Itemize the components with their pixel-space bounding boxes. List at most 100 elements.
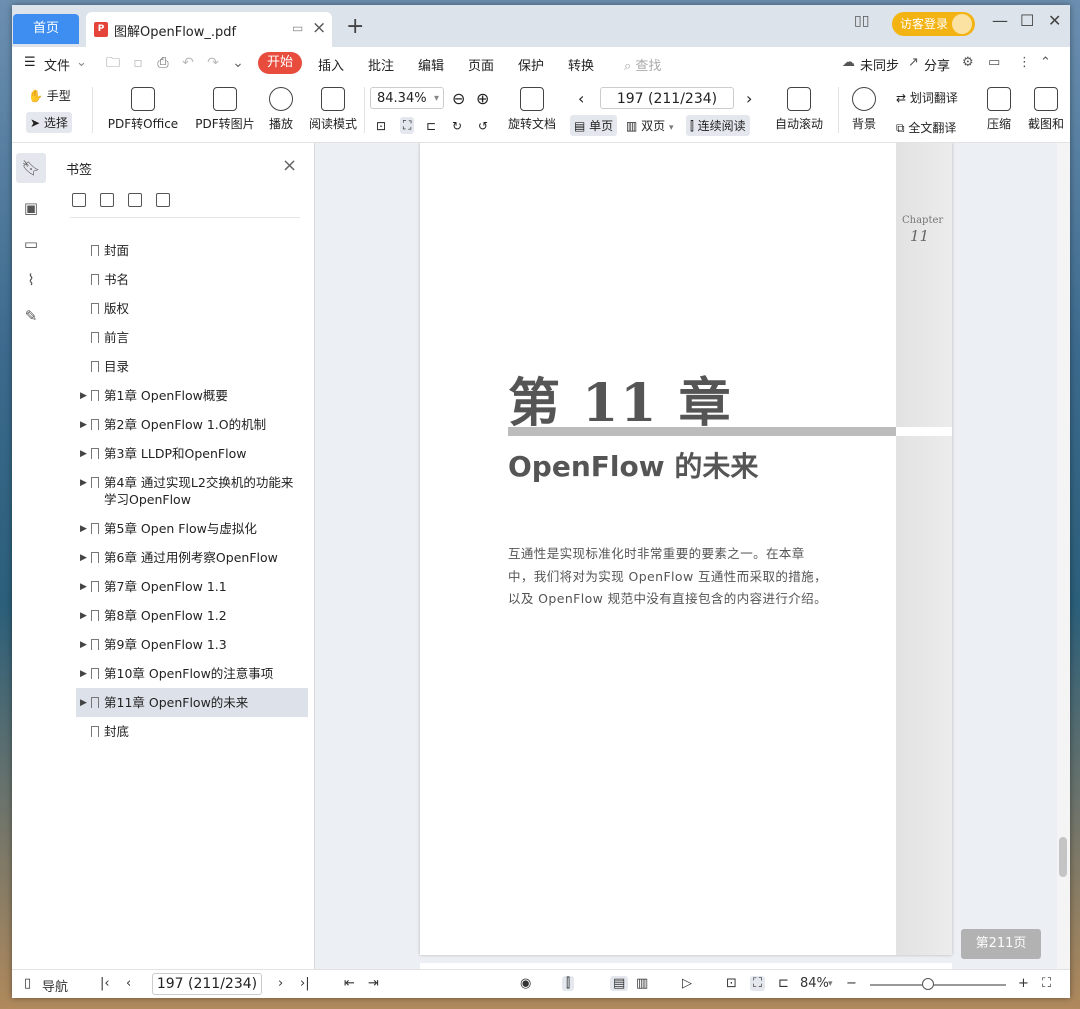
zoom-in-icon[interactable]: ⊕ bbox=[476, 89, 489, 108]
background-button[interactable]: 背景 bbox=[846, 87, 882, 132]
double-page-button[interactable]: ▥ 双页 ▾ bbox=[626, 117, 674, 134]
layout-icon[interactable]: ▯▯ bbox=[854, 13, 869, 29]
signature-icon[interactable]: ✎ bbox=[21, 306, 41, 326]
zoom-select[interactable]: 84.34% ▾ bbox=[370, 87, 444, 109]
actual-size-icon[interactable]: ⊡ bbox=[726, 976, 737, 991]
bookmark-item[interactable]: ▶ 第9章 OpenFlow 1.3 bbox=[76, 630, 308, 659]
attachment-icon[interactable]: ⌇ bbox=[21, 270, 41, 290]
rotate-left-icon[interactable]: ↺ bbox=[478, 119, 488, 133]
fit-page-icon[interactable]: ⛶ bbox=[400, 117, 415, 134]
vertical-scrollbar[interactable] bbox=[1057, 143, 1070, 969]
bookmark-item[interactable]: 前言 bbox=[76, 323, 308, 352]
print-icon[interactable]: ⎙ bbox=[155, 55, 171, 71]
redo-icon[interactable]: ↷ bbox=[205, 55, 221, 71]
document-viewport[interactable]: Chapter 11 第 11 章 OpenFlow 的未来 互通性是实现标准化… bbox=[315, 143, 1057, 969]
compress-button[interactable]: 压缩 bbox=[984, 87, 1014, 132]
zoom-in-icon[interactable]: + bbox=[1018, 976, 1029, 991]
expand-arrow-icon[interactable]: ▶ bbox=[80, 521, 87, 538]
tab-home[interactable]: 首页 bbox=[13, 14, 79, 44]
pdf-to-office-button[interactable]: PDF转Office bbox=[102, 87, 184, 132]
file-menu[interactable]: 文件 bbox=[44, 55, 70, 74]
screenshot-button[interactable]: 截图和 bbox=[1026, 87, 1066, 132]
zoom-level[interactable]: 84% bbox=[800, 976, 829, 991]
rotate-document-button[interactable]: 旋转文档 bbox=[506, 87, 558, 132]
continuous-reading-button[interactable]: ⫿ 连续阅读 bbox=[686, 115, 750, 136]
new-tab-button[interactable]: + bbox=[346, 14, 364, 39]
bookmark-item[interactable]: 目录 bbox=[76, 352, 308, 381]
fullscreen-icon[interactable]: ⛶ bbox=[1042, 976, 1051, 991]
close-panel-icon[interactable]: × bbox=[282, 155, 297, 176]
expand-arrow-icon[interactable]: ▶ bbox=[80, 608, 87, 625]
bookmark-item[interactable]: ▶ 第3章 LLDP和OpenFlow bbox=[76, 439, 308, 468]
first-page-icon[interactable]: |‹ bbox=[100, 976, 110, 991]
previous-page-icon[interactable]: ‹ bbox=[578, 89, 584, 108]
bookmark-item[interactable]: ▶ 第4章 通过实现L2交换机的功能来学习OpenFlow bbox=[76, 468, 308, 514]
sync-status[interactable]: 未同步 bbox=[860, 55, 899, 74]
fit-width-icon[interactable]: ⊏ bbox=[778, 976, 789, 991]
nav-panel-icon[interactable]: ▯ bbox=[24, 976, 31, 991]
bookmark-expand-icon[interactable] bbox=[128, 193, 142, 207]
comment-icon[interactable]: ▭ bbox=[988, 55, 1000, 70]
bookmark-item[interactable]: ▶ 第6章 通过用例考察OpenFlow bbox=[76, 543, 308, 572]
expand-arrow-icon[interactable]: ▶ bbox=[80, 695, 87, 712]
bookmark-item[interactable]: ▶ 第2章 OpenFlow 1.O的机制 bbox=[76, 410, 308, 439]
tab-document[interactable]: P 图解OpenFlow_.pdf ▭ × bbox=[86, 12, 332, 47]
more-icon[interactable]: ⋮ bbox=[1018, 55, 1031, 70]
full-translate-button[interactable]: ⧉ 全文翻译 bbox=[896, 119, 956, 136]
next-page-icon[interactable]: › bbox=[746, 89, 752, 108]
nav-label[interactable]: 导航 bbox=[42, 976, 68, 995]
hand-tool[interactable]: ✋ 手型 bbox=[28, 87, 71, 104]
menu-edit[interactable]: 编辑 bbox=[418, 55, 444, 74]
expand-arrow-icon[interactable]: ▶ bbox=[80, 666, 87, 683]
menu-page[interactable]: 页面 bbox=[468, 55, 494, 74]
bookmark-icon[interactable]: 🔖︎ bbox=[16, 153, 46, 183]
menu-protect[interactable]: 保护 bbox=[518, 55, 544, 74]
continuous-icon[interactable]: ⫿ bbox=[562, 976, 575, 991]
bookmark-item[interactable]: ▶ 第7章 OpenFlow 1.1 bbox=[76, 572, 308, 601]
bookmark-item[interactable]: 版权 bbox=[76, 294, 308, 323]
play-button[interactable]: 播放 bbox=[266, 87, 296, 132]
add-child-bookmark-icon[interactable] bbox=[100, 193, 114, 207]
fit-page-icon[interactable]: ⛶ bbox=[750, 976, 766, 991]
bookmark-item[interactable]: ▶ 第5章 Open Flow与虚拟化 bbox=[76, 514, 308, 543]
open-folder-icon[interactable]: 🗀 bbox=[105, 55, 121, 71]
expand-arrow-icon[interactable]: ▶ bbox=[80, 475, 87, 492]
chevron-up-icon[interactable]: ⌃ bbox=[1040, 55, 1051, 70]
menu-annotate[interactable]: 批注 bbox=[368, 55, 394, 74]
rotate-right-icon[interactable]: ↻ bbox=[452, 119, 462, 133]
menu-convert[interactable]: 转换 bbox=[568, 55, 594, 74]
back-icon[interactable]: ⇤ bbox=[344, 976, 355, 991]
read-mode-button[interactable]: 阅读模式 bbox=[308, 87, 358, 132]
maximize-icon[interactable]: ☐ bbox=[1020, 11, 1034, 30]
save-icon[interactable]: ▫ bbox=[130, 55, 146, 71]
expand-arrow-icon[interactable]: ▶ bbox=[80, 446, 87, 463]
comment-icon[interactable]: ▭ bbox=[21, 234, 41, 254]
zoom-slider-knob[interactable] bbox=[922, 978, 934, 990]
bookmark-item[interactable]: 封底 bbox=[76, 717, 308, 746]
auto-scroll-button[interactable]: 自动滚动 bbox=[770, 87, 828, 132]
pin-icon[interactable]: ▭ bbox=[292, 21, 303, 35]
add-bookmark-icon[interactable] bbox=[72, 193, 86, 207]
minimize-icon[interactable]: — bbox=[992, 11, 1008, 30]
more-dropdown-icon[interactable]: ⌄ bbox=[230, 55, 246, 71]
chevron-down-icon[interactable]: ⌄ bbox=[76, 55, 87, 70]
bookmark-item[interactable]: ▶ 第10章 OpenFlow的注意事项 bbox=[76, 659, 308, 688]
expand-arrow-icon[interactable]: ▶ bbox=[80, 550, 87, 567]
last-page-icon[interactable]: ›| bbox=[300, 976, 310, 991]
bookmark-item[interactable]: ▶ 第11章 OpenFlow的未来 bbox=[76, 688, 308, 717]
menu-start[interactable]: 开始 bbox=[258, 52, 302, 74]
page-number-input[interactable]: 197 (211/234) bbox=[600, 87, 734, 109]
bookmark-manage-icon[interactable] bbox=[156, 193, 170, 207]
chevron-down-icon[interactable]: ▾ bbox=[828, 979, 833, 989]
expand-arrow-icon[interactable]: ▶ bbox=[80, 637, 87, 654]
forward-icon[interactable]: ⇥ bbox=[368, 976, 379, 991]
hamburger-icon[interactable]: ☰ bbox=[24, 55, 36, 70]
close-tab-icon[interactable]: × bbox=[312, 18, 326, 38]
cloud-icon[interactable]: ☁ bbox=[842, 55, 855, 70]
zoom-out-icon[interactable]: − bbox=[846, 976, 857, 991]
close-window-icon[interactable]: ✕ bbox=[1048, 11, 1061, 30]
play-icon[interactable]: ▷ bbox=[682, 976, 692, 991]
single-page-button[interactable]: ▤ 单页 bbox=[570, 115, 618, 136]
single-page-icon[interactable]: ▤ bbox=[610, 976, 629, 991]
next-page-icon[interactable]: › bbox=[278, 976, 283, 991]
